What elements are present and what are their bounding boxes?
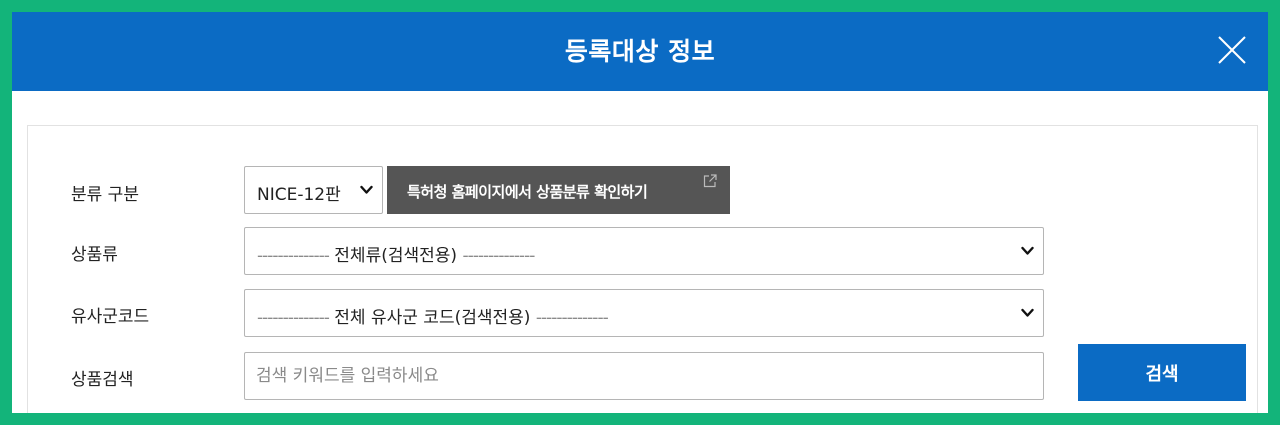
external-link-icon	[703, 174, 717, 188]
close-icon	[1218, 36, 1246, 64]
chevron-down-icon	[360, 185, 373, 194]
kipo-classification-link-button[interactable]: 특허청 홈페이지에서 상품분류 확인하기	[387, 166, 730, 214]
chevron-down-icon	[1021, 246, 1034, 255]
search-form-panel: 분류 구분 NICE-12판 특허청 홈페이지에서 상품분류 확인하기 상품류 …	[27, 125, 1258, 413]
classification-select[interactable]: NICE-12판	[244, 166, 383, 214]
dash-right: --------------	[535, 308, 609, 328]
registration-info-dialog: 등록대상 정보 분류 구분 NICE-12판 특허청 홈페이지에서 상품분류 확…	[12, 12, 1268, 413]
close-button[interactable]	[1216, 34, 1248, 66]
product-search-input[interactable]	[244, 352, 1044, 400]
similar-group-selected-value: -------------- 전체 유사군 코드(검색전용) ---------…	[257, 303, 609, 328]
product-class-selected-value: -------------- 전체류(검색전용) --------------	[257, 241, 535, 266]
dash-left: --------------	[257, 308, 330, 328]
product-class-select[interactable]: -------------- 전체류(검색전용) --------------	[244, 227, 1044, 275]
similar-group-selected-text: 전체 유사군 코드(검색전용)	[334, 308, 531, 328]
classification-label: 분류 구분	[71, 185, 139, 205]
classification-selected-value: NICE-12판	[257, 185, 341, 205]
chevron-down-icon	[1021, 308, 1034, 317]
dialog-header: 등록대상 정보	[12, 12, 1268, 91]
dash-right: --------------	[462, 246, 535, 266]
similar-group-code-label: 유사군코드	[71, 307, 150, 327]
product-class-label: 상품류	[71, 245, 118, 265]
dialog-title: 등록대상 정보	[564, 37, 716, 66]
product-search-label: 상품검색	[71, 370, 134, 390]
product-class-selected-text: 전체류(검색전용)	[334, 246, 458, 266]
kipo-button-label: 특허청 홈페이지에서 상품분류 확인하기	[407, 183, 648, 201]
dash-left: --------------	[257, 246, 330, 266]
search-button[interactable]: 검색	[1078, 344, 1246, 401]
similar-group-code-select[interactable]: -------------- 전체 유사군 코드(검색전용) ---------…	[244, 289, 1044, 337]
